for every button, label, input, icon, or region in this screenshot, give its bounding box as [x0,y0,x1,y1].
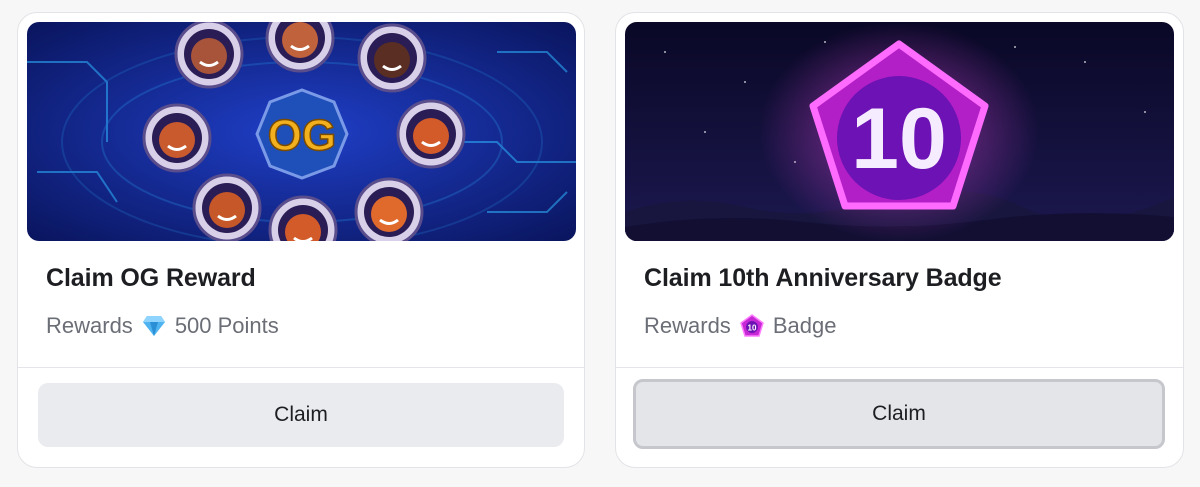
reward-value: 500 Points [174,313,279,338]
badge-number-text: 10 [851,91,947,187]
og-reward-card: OG Claim OG Reward Rewards 500 Points Cl… [17,12,585,468]
og-reward-banner: OG [27,22,576,241]
reward-value: Badge [772,313,837,338]
rewards-line: Rewards 500 Points [46,313,279,339]
anniversary-badge-illustration: 10 [625,22,1174,241]
card-divider [18,367,584,368]
badge-10-icon: 10 [739,313,765,339]
rewards-label: Rewards [46,313,133,338]
card-divider [616,367,1183,368]
diamond-icon [141,313,167,339]
og-astronauts-illustration: OG [27,22,576,241]
card-title: Claim OG Reward [46,264,256,292]
svg-text:10: 10 [747,324,756,333]
anniversary-banner: 10 [625,22,1174,241]
card-title: Claim 10th Anniversary Badge [644,264,1002,292]
claim-badge-button[interactable]: Claim [633,379,1165,449]
og-emblem-text: OG [268,111,336,160]
rewards-line: Rewards 10 Badge [644,313,836,339]
rewards-label: Rewards [644,313,731,338]
claim-og-button[interactable]: Claim [38,383,564,447]
anniversary-badge-card: 10 Claim 10th Anniversary Badge Rewards … [615,12,1184,468]
